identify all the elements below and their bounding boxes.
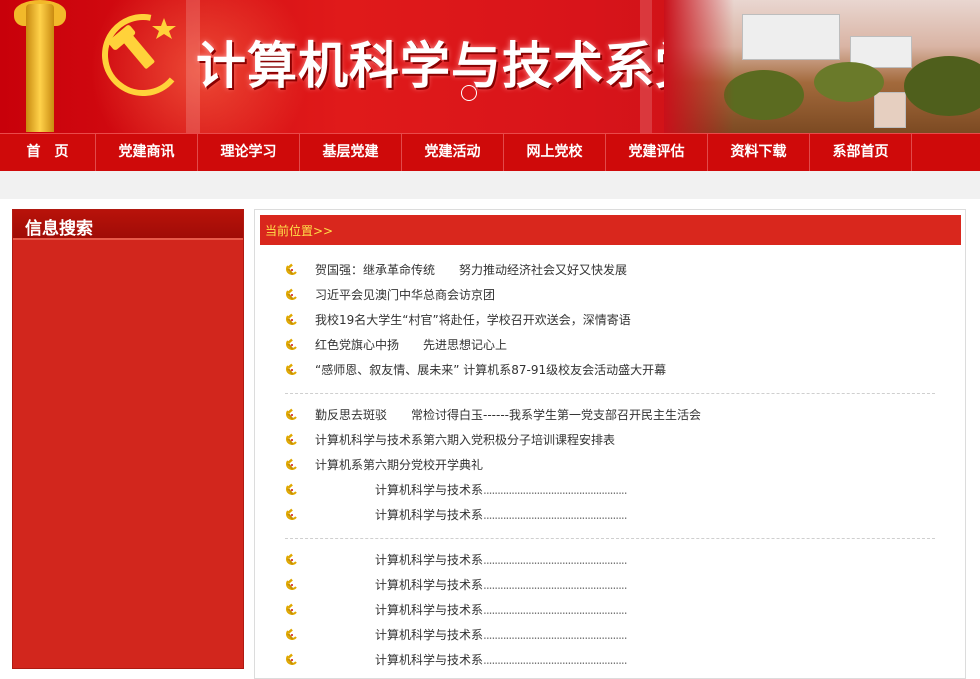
site-banner: 计算机科学与技术系党建网 xyxy=(0,0,980,133)
hammer-sickle-icon xyxy=(286,433,297,445)
news-link[interactable]: 勤反思去斑驳 常检讨得白玉------我系学生第一党支部召开民主生活会 xyxy=(315,406,701,423)
leader-dots: ........................................… xyxy=(483,652,628,667)
breadcrumb: 当前位置>> xyxy=(260,215,961,245)
nav-item-8[interactable]: 系部首页 xyxy=(810,134,912,171)
nav-item-2[interactable]: 理论学习 xyxy=(198,134,300,171)
list-item[interactable]: 计算机科学与技术系...............................… xyxy=(285,622,935,647)
sidebar: 信息搜索 xyxy=(12,209,244,669)
nav-item-5[interactable]: 网上党校 xyxy=(504,134,606,171)
divider xyxy=(285,538,935,539)
list-item[interactable]: 计算机科学与技术系...............................… xyxy=(285,547,935,572)
news-link[interactable]: 我校19名大学生“村官”将赴任，学校召开欢送会，深情寄语 xyxy=(315,311,631,328)
news-link[interactable]: 计算机科学与技术系 xyxy=(315,651,483,668)
news-link[interactable]: 计算机科学与技术系 xyxy=(315,626,483,643)
list-item[interactable]: 计算机科学与技术系...............................… xyxy=(285,597,935,622)
leader-dots: ........................................… xyxy=(483,577,628,592)
news-link[interactable]: 计算机科学与技术系第六期入党积极分子培训课程安排表 xyxy=(315,431,615,448)
leader-dots: ........................................… xyxy=(483,552,628,567)
sub-bar xyxy=(0,171,980,199)
news-list-3: 计算机科学与技术系...............................… xyxy=(285,547,935,672)
hammer-sickle-icon xyxy=(286,603,297,615)
hammer-sickle-icon xyxy=(286,313,297,325)
main-nav: 首 页党建商讯 理论学习 基层党建 党建活动 网上党校 党建评估 资料下载 系部首页 xyxy=(0,133,980,171)
campus-photo xyxy=(664,0,980,133)
news-link[interactable]: 贺国强：继承革命传统 努力推动经济社会又好又快发展 xyxy=(315,261,627,278)
leader-dots: ........................................… xyxy=(483,602,628,617)
list-item[interactable]: 红色党旗心中扬 先进思想记心上 xyxy=(285,332,935,357)
ring-decoration xyxy=(461,85,477,101)
sidebar-header: 信息搜索 xyxy=(13,210,243,240)
hammer-sickle-icon xyxy=(286,263,297,275)
leader-dots: ........................................… xyxy=(483,482,628,497)
hammer-sickle-icon xyxy=(286,338,297,350)
leader-dots: ........................................… xyxy=(483,507,628,522)
breadcrumb-label: 当前位置>> xyxy=(265,224,334,238)
nav-item-4[interactable]: 党建活动 xyxy=(402,134,504,171)
news-link[interactable]: “感师恩、叙友情、展未来” 计算机系87-91级校友会活动盛大开幕 xyxy=(315,361,666,378)
huabiao-pillar xyxy=(26,4,54,132)
news-link[interactable]: 计算机科学与技术系 xyxy=(315,601,483,618)
leader-dots: ........................................… xyxy=(483,627,628,642)
hammer-sickle-icon xyxy=(286,363,297,375)
list-item[interactable]: 我校19名大学生“村官”将赴任，学校召开欢送会，深情寄语 xyxy=(285,307,935,332)
sidebar-title: 信息搜索 xyxy=(25,219,93,239)
list-item[interactable]: 计算机科学与技术系...............................… xyxy=(285,502,935,527)
news-link[interactable]: 计算机科学与技术系 xyxy=(315,506,483,523)
news-list-2: 勤反思去斑驳 常检讨得白玉------我系学生第一党支部召开民主生活会 计算机科学… xyxy=(285,402,935,527)
party-emblem-icon xyxy=(102,14,184,96)
list-item[interactable]: 计算机科学与技术系第六期入党积极分子培训课程安排表 xyxy=(285,427,935,452)
news-link[interactable]: 计算机系第六期分党校开学典礼 xyxy=(315,456,483,473)
news-link[interactable]: 计算机科学与技术系 xyxy=(315,481,483,498)
nav-item-6[interactable]: 党建评估 xyxy=(606,134,708,171)
list-item[interactable]: “感师恩、叙友情、展未来” 计算机系87-91级校友会活动盛大开幕 xyxy=(285,357,935,382)
nav-item-7[interactable]: 资料下载 xyxy=(708,134,810,171)
nav-item-1[interactable]: 党建商讯 xyxy=(96,134,198,171)
hammer-sickle-icon xyxy=(286,458,297,470)
list-item[interactable]: 计算机系第六期分党校开学典礼 xyxy=(285,452,935,477)
news-list-1: 贺国强：继承革命传统 努力推动经济社会又好又快发展 习近平会见澳门中华总商会访京团… xyxy=(285,257,935,382)
news-link[interactable]: 计算机科学与技术系 xyxy=(315,576,483,593)
list-item[interactable]: 贺国强：继承革命传统 努力推动经济社会又好又快发展 xyxy=(285,257,935,282)
hammer-sickle-icon xyxy=(286,508,297,520)
list-item[interactable]: 计算机科学与技术系...............................… xyxy=(285,572,935,597)
hammer-sickle-icon xyxy=(286,408,297,420)
news-link[interactable]: 计算机科学与技术系 xyxy=(315,551,483,568)
divider xyxy=(285,393,935,394)
content-panel: 当前位置>> 贺国强：继承革命传统 努力推动经济社会又好又快发展 习近平会见澳门中… xyxy=(254,209,966,679)
hammer-sickle-icon xyxy=(286,628,297,640)
news-link[interactable]: 习近平会见澳门中华总商会访京团 xyxy=(315,286,495,303)
nav-item-0[interactable]: 首 页 xyxy=(0,134,96,171)
list-item[interactable]: 计算机科学与技术系...............................… xyxy=(285,647,935,672)
list-item[interactable]: 计算机科学与技术系...............................… xyxy=(285,477,935,502)
hammer-sickle-icon xyxy=(286,578,297,590)
hammer-sickle-icon xyxy=(286,553,297,565)
hammer-sickle-icon xyxy=(286,288,297,300)
list-item[interactable]: 勤反思去斑驳 常检讨得白玉------我系学生第一党支部召开民主生活会 xyxy=(285,402,935,427)
list-item[interactable]: 习近平会见澳门中华总商会访京团 xyxy=(285,282,935,307)
nav-item-3[interactable]: 基层党建 xyxy=(300,134,402,171)
hammer-sickle-icon xyxy=(286,483,297,495)
hammer-sickle-icon xyxy=(286,653,297,665)
news-link[interactable]: 红色党旗心中扬 先进思想记心上 xyxy=(315,336,507,353)
